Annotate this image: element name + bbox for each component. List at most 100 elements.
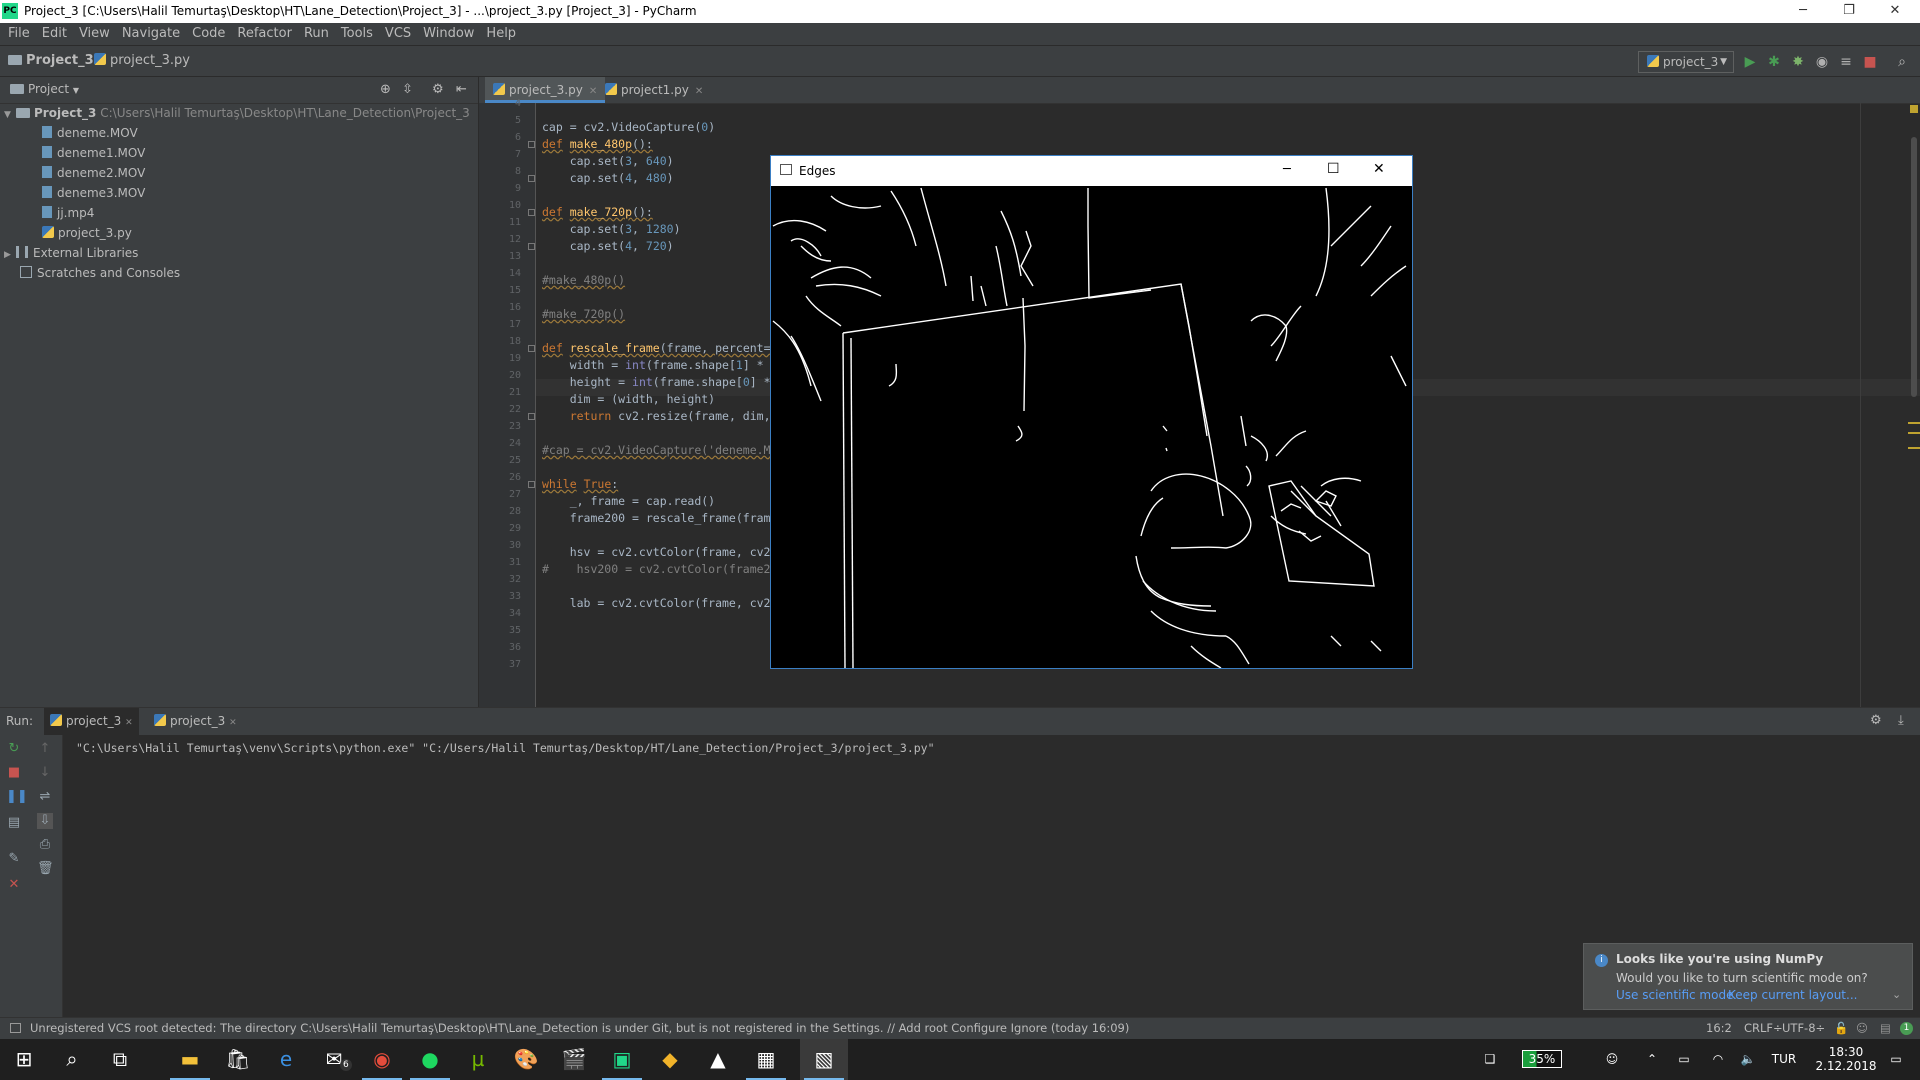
chrome-icon[interactable]: ◉ bbox=[358, 1039, 406, 1080]
run-icon[interactable]: ▶ bbox=[1742, 54, 1758, 70]
pin-tab-icon[interactable]: ✎ bbox=[6, 851, 22, 867]
dump-threads-icon[interactable]: ▤ bbox=[6, 815, 22, 831]
close-tab-icon[interactable]: ✕ bbox=[229, 718, 237, 728]
collapse-all-icon[interactable]: ⇳ bbox=[402, 82, 413, 97]
line-number-gutter[interactable]: 4 5 6 7 8 9 10 11 12 13 14 15 16 17 18 19 20 21 22 23 24 25 26… bbox=[479, 98, 536, 707]
close-icon[interactable]: ✕ bbox=[1373, 161, 1385, 177]
toggle-tool-windows-icon[interactable] bbox=[10, 1023, 21, 1033]
menu-refactor[interactable]: Refactor bbox=[231, 23, 298, 45]
battery-indicator[interactable]: 35% bbox=[1514, 1039, 1570, 1080]
fold-marker-icon[interactable] bbox=[528, 141, 535, 148]
people-icon[interactable]: ☺ bbox=[1600, 1039, 1624, 1080]
menu-view[interactable]: View bbox=[73, 23, 116, 45]
search-icon[interactable]: ⌕ bbox=[1894, 54, 1910, 70]
tree-item-scratches[interactable]: Scratches and Consoles bbox=[20, 263, 180, 283]
battery-icon[interactable]: ▭ bbox=[1672, 1039, 1696, 1080]
menu-vcs[interactable]: VCS bbox=[379, 23, 417, 45]
tree-item-file[interactable]: deneme2.MOV bbox=[42, 163, 145, 183]
run-tab-project-3[interactable]: project_3 ✕ bbox=[44, 708, 139, 735]
tab-project-3-py[interactable]: project_3.py ✕ bbox=[485, 77, 606, 103]
fold-marker-icon[interactable] bbox=[528, 413, 535, 420]
edges-window-title-bar[interactable]: Edges ─ ☐ ✕ bbox=[771, 156, 1412, 186]
error-stripe-mark[interactable] bbox=[1908, 447, 1920, 449]
menu-window[interactable]: Window bbox=[417, 23, 480, 45]
edges-output-window[interactable]: Edges ─ ☐ ✕ bbox=[770, 155, 1413, 669]
gear-icon[interactable]: ⚙ bbox=[432, 82, 444, 97]
edge-browser-icon[interactable]: e bbox=[262, 1039, 310, 1080]
paint-icon[interactable]: 🎨 bbox=[502, 1039, 550, 1080]
error-stripe-mark[interactable] bbox=[1908, 432, 1920, 434]
hide-panel-icon[interactable]: ⇤ bbox=[456, 82, 467, 97]
profile-icon[interactable]: ◉ bbox=[1814, 54, 1830, 70]
pause-icon[interactable]: ❚❚ bbox=[6, 789, 28, 805]
clock[interactable]: 18:30 2.12.2018 bbox=[1806, 1039, 1886, 1080]
use-scientific-mode-link[interactable]: Use scientific mode bbox=[1616, 988, 1733, 1002]
tree-item-external-libraries[interactable]: ▶ External Libraries bbox=[4, 243, 138, 263]
locate-icon[interactable]: ⊕ bbox=[380, 82, 391, 97]
photos-icon[interactable]: ▲ bbox=[694, 1039, 742, 1080]
tree-item-file[interactable]: deneme1.MOV bbox=[42, 143, 145, 163]
menu-file[interactable]: File bbox=[0, 23, 36, 45]
run-tab-project-3-second[interactable]: project_3 ✕ bbox=[148, 708, 243, 735]
task-view-icon[interactable]: ⧉ bbox=[96, 1039, 144, 1080]
scroll-to-end-icon[interactable]: ⇩ bbox=[37, 813, 53, 829]
action-center-icon[interactable]: ▭ bbox=[1876, 1039, 1916, 1080]
minimize-button[interactable]: ─ bbox=[1780, 0, 1826, 23]
fold-marker-icon[interactable] bbox=[528, 481, 535, 488]
numpy-notification[interactable]: i Looks like you're using NumPy Would yo… bbox=[1583, 943, 1913, 1010]
movie-maker-icon[interactable]: 🎬 bbox=[550, 1039, 598, 1080]
fold-marker-icon[interactable] bbox=[528, 345, 535, 352]
close-tab-icon[interactable]: ✕ bbox=[589, 86, 597, 97]
input-language[interactable]: TUR bbox=[1766, 1039, 1802, 1080]
notification-count-badge[interactable]: 1 bbox=[1900, 1022, 1913, 1035]
store-icon[interactable]: 🛍 bbox=[214, 1039, 262, 1080]
error-stripe-mark[interactable] bbox=[1908, 422, 1920, 424]
close-button[interactable]: ✕ bbox=[1872, 0, 1918, 23]
close-tab-icon[interactable]: ✕ bbox=[695, 86, 703, 97]
menu-edit[interactable]: Edit bbox=[36, 23, 73, 45]
tab-project1-py[interactable]: project1.py ✕ bbox=[597, 77, 711, 103]
trash-icon[interactable]: 🗑 bbox=[37, 861, 54, 877]
fold-marker-icon[interactable] bbox=[528, 243, 535, 250]
menu-navigate[interactable]: Navigate bbox=[116, 23, 186, 45]
dropbox-icon[interactable]: ❑ bbox=[1478, 1039, 1502, 1080]
python-app-icon[interactable]: ▦ bbox=[742, 1039, 790, 1080]
editor-scrollbar[interactable] bbox=[1911, 137, 1917, 397]
git-kraken-icon[interactable]: ◆ bbox=[646, 1039, 694, 1080]
keep-current-layout-link[interactable]: Keep current layout... bbox=[1728, 988, 1857, 1002]
menu-code[interactable]: Code bbox=[186, 23, 231, 45]
concurrency-icon[interactable]: ≡ bbox=[1838, 54, 1854, 70]
menu-help[interactable]: Help bbox=[480, 23, 522, 45]
tree-item-file[interactable]: project_3.py bbox=[42, 223, 132, 243]
maximize-icon[interactable]: ☐ bbox=[1327, 161, 1340, 177]
utorrent-icon[interactable]: µ bbox=[454, 1039, 502, 1080]
tree-item-file[interactable]: deneme.MOV bbox=[42, 123, 138, 143]
close-tab-icon[interactable]: ✕ bbox=[125, 718, 133, 728]
search-icon[interactable]: ⌕ bbox=[48, 1039, 96, 1080]
start-button-icon[interactable]: ⊞ bbox=[0, 1039, 48, 1080]
menu-run[interactable]: Run bbox=[298, 23, 335, 45]
minimize-icon[interactable]: ─ bbox=[1283, 162, 1291, 177]
chevron-up-icon[interactable]: ⌃ bbox=[1640, 1039, 1664, 1080]
close-icon[interactable]: ✕ bbox=[6, 877, 22, 893]
lock-icon[interactable]: 🔓 bbox=[1834, 1018, 1848, 1039]
line-separator[interactable]: CRLF÷ bbox=[1744, 1018, 1783, 1039]
breadcrumb-project[interactable]: Project_3 bbox=[8, 53, 94, 68]
arrow-down-icon[interactable]: ↓ bbox=[37, 765, 53, 781]
spotify-icon[interactable]: ● bbox=[406, 1039, 454, 1080]
chevron-down-icon[interactable]: ⌄ bbox=[1892, 988, 1901, 1001]
stop-icon[interactable]: ■ bbox=[1862, 54, 1878, 70]
soft-wrap-icon[interactable]: ⇌ bbox=[37, 789, 53, 805]
breadcrumb-file[interactable]: project_3.py bbox=[94, 53, 190, 68]
stop-icon[interactable]: ■ bbox=[6, 765, 22, 781]
print-icon[interactable]: ⎙ bbox=[37, 837, 53, 853]
rerun-icon[interactable]: ↻ bbox=[6, 741, 22, 757]
tree-item-project-root[interactable]: ▼ Project_3 C:\Users\Halil Temurtaş\Deskt… bbox=[4, 103, 470, 123]
wifi-icon[interactable]: ◠ bbox=[1706, 1039, 1730, 1080]
menu-tools[interactable]: Tools bbox=[335, 23, 379, 45]
event-log-icon[interactable]: ▤ bbox=[1880, 1018, 1891, 1039]
coverage-icon[interactable]: ✸ bbox=[1790, 54, 1806, 70]
warning-indicator-icon[interactable] bbox=[1910, 105, 1918, 113]
fold-marker-icon[interactable] bbox=[528, 175, 535, 182]
opencv-window-icon[interactable]: ▧ bbox=[800, 1039, 848, 1080]
